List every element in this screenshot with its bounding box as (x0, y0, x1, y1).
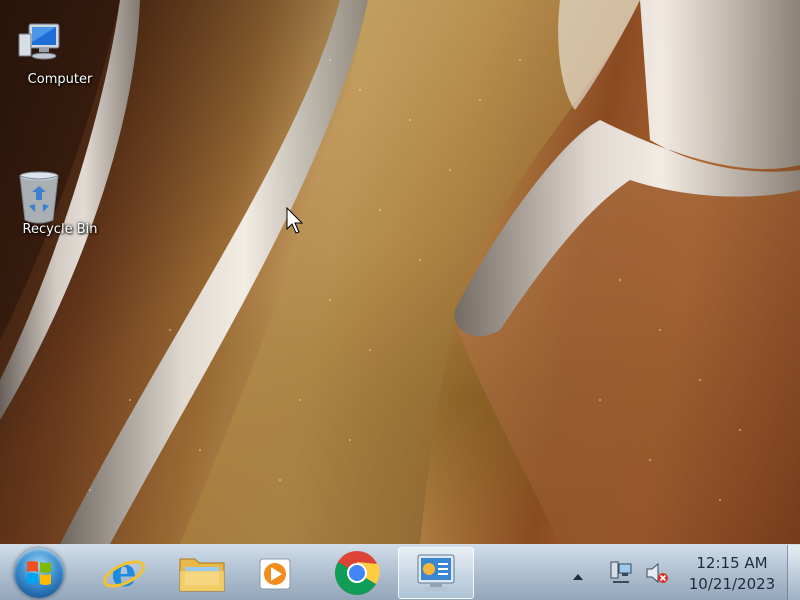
network-tray-button[interactable] (609, 560, 633, 590)
recycle-bin-icon (19, 170, 84, 224)
chrome-icon (335, 551, 380, 595)
volume-muted-icon (646, 562, 668, 584)
show-desktop-button[interactable] (787, 545, 800, 600)
folder-icon (179, 558, 225, 592)
network-icon (610, 561, 632, 583)
show-hidden-icons-button[interactable] (572, 567, 584, 586)
chevron-up-icon (573, 574, 583, 580)
clock-date: 10/21/2023 (688, 575, 776, 593)
taskbar: e 12:15 AM 10/21/2023 (0, 544, 800, 600)
taskbar-control-panel-button[interactable] (398, 547, 474, 599)
desktop-icon-computer[interactable]: Computer (15, 20, 105, 87)
svg-text:e: e (111, 550, 136, 596)
internet-explorer-icon: e (103, 550, 145, 596)
desktop-wallpaper[interactable]: Computer Recycle Bin (0, 0, 800, 544)
taskbar-internet-explorer-button[interactable]: e (88, 547, 160, 599)
desktop-icon-recycle-bin[interactable]: Recycle Bin (15, 170, 105, 237)
control-panel-icon (417, 554, 455, 591)
windows-logo-icon (27, 561, 51, 585)
media-player-icon (259, 558, 291, 590)
desktop-icon-label: Computer (27, 72, 93, 87)
taskbar-clock[interactable]: 12:15 AM 10/21/2023 (682, 553, 782, 595)
volume-tray-button[interactable] (644, 560, 670, 590)
wallpaper-art (0, 0, 800, 544)
start-button[interactable] (14, 548, 64, 598)
clock-time: 12:15 AM (696, 554, 768, 572)
taskbar-chrome-button[interactable] (321, 547, 393, 599)
computer-icon (18, 20, 84, 68)
taskbar-explorer-button[interactable] (166, 547, 238, 599)
taskbar-media-player-button[interactable] (240, 547, 312, 599)
